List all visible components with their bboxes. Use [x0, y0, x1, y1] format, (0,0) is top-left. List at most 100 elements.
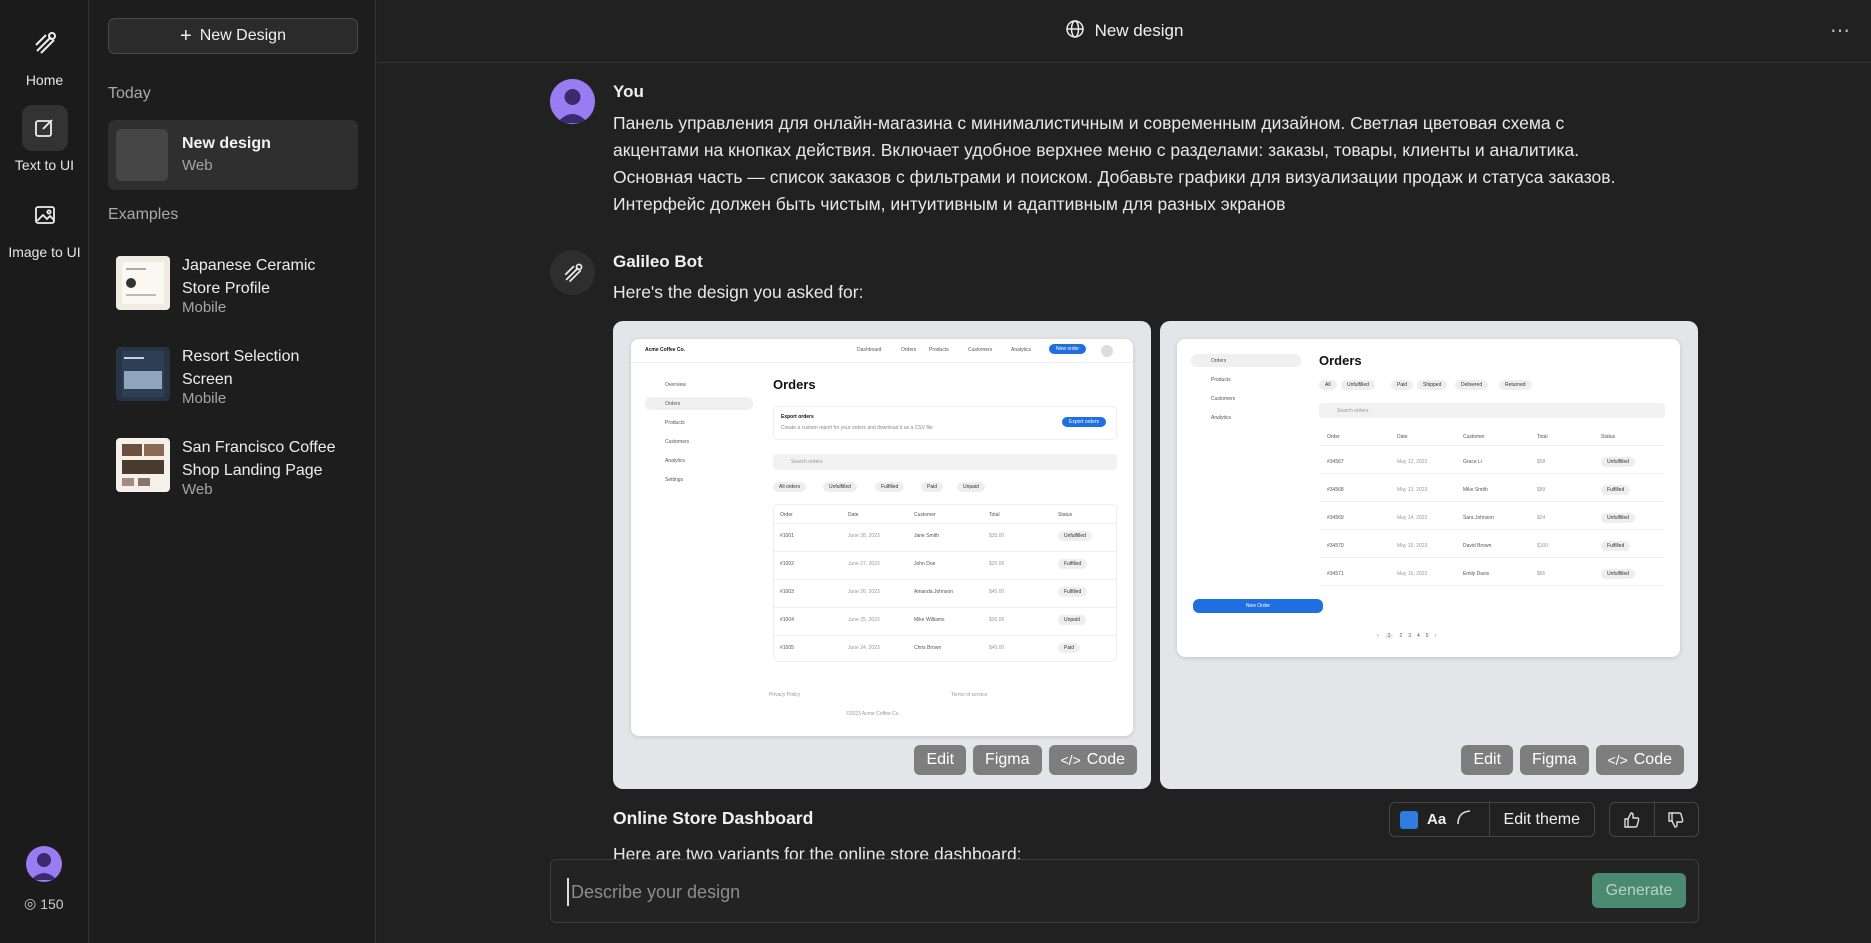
- code-label: Code: [1633, 751, 1672, 768]
- preview-cell: $45.00: [989, 589, 1005, 595]
- theme-controls: Aa Edit theme: [1389, 802, 1595, 837]
- rail-text-to-ui[interactable]: Text to UI: [0, 105, 89, 173]
- user-message-avatar: [550, 79, 595, 124]
- preview-side-item: Settings: [665, 477, 684, 483]
- preview-status: Fulfilled: [1601, 541, 1631, 551]
- preview-status: Paid: [1058, 643, 1081, 653]
- preview-status: Unfulfilled: [1601, 513, 1635, 523]
- more-menu-icon[interactable]: ⋯: [1830, 18, 1851, 43]
- page-title: New design: [1094, 21, 1184, 40]
- preview-cell: $65: [1537, 571, 1546, 577]
- preview-pagination: ‹ 1 2 3 4 5 ›: [1377, 633, 1436, 639]
- variant-2-preview: Orders Products Customers Analytics New …: [1177, 339, 1680, 657]
- preview-export-button: Export orders: [1062, 417, 1107, 427]
- history-item[interactable]: New design Web: [108, 120, 358, 190]
- preview-cell: $30.00: [989, 617, 1005, 623]
- preview-cell: #34567: [1327, 459, 1344, 465]
- accent-swatch[interactable]: [1400, 810, 1418, 829]
- preview-page: 4: [1417, 633, 1420, 639]
- preview-side-item: Customers: [1211, 396, 1236, 402]
- preview-cell: #34571: [1327, 571, 1344, 577]
- prompt-input[interactable]: [567, 878, 1547, 906]
- preview-new-order-button: New Order: [1193, 599, 1323, 613]
- new-design-button[interactable]: + New Design: [108, 18, 358, 54]
- preview-status: Unpaid: [1058, 615, 1086, 625]
- preview-page: 5: [1425, 633, 1429, 639]
- preview-cell: David Brown: [1463, 543, 1492, 549]
- preview-cell: $24: [1537, 515, 1546, 521]
- preview-cell: $100: [1537, 543, 1549, 549]
- preview-col: Total: [989, 512, 1000, 518]
- rail-image-to-ui-label: Image to UI: [8, 244, 81, 260]
- font-button[interactable]: Aa: [1427, 811, 1446, 828]
- edit-button[interactable]: Edit: [914, 745, 967, 775]
- preview-col: Status: [1058, 512, 1073, 518]
- preview-orders-table: Order Date Customer Total Status #1001 J…: [773, 504, 1117, 662]
- preview-cell: Grace Li: [1463, 459, 1482, 465]
- preview-side-item: Products: [665, 420, 685, 426]
- rail-image-to-ui[interactable]: Image to UI: [0, 192, 89, 260]
- top-bar: New design ⋯: [377, 0, 1871, 63]
- figma-button[interactable]: Figma: [1520, 745, 1589, 775]
- code-button[interactable]: </> Code: [1595, 745, 1684, 775]
- code-button[interactable]: </> Code: [1048, 745, 1137, 775]
- thumbs-down-icon[interactable]: [1655, 803, 1699, 836]
- preview-cell: #1004: [780, 617, 794, 623]
- preview-footer-terms: Terms of service: [951, 692, 988, 698]
- feedback-buttons: [1609, 802, 1699, 837]
- preview-cell: $35.00: [989, 533, 1005, 539]
- preview-side-item: Orders: [665, 401, 681, 407]
- design-variant-2[interactable]: Orders Products Customers Analytics New …: [1160, 321, 1698, 789]
- galileo-logo-icon: [22, 20, 68, 66]
- figma-button[interactable]: Figma: [973, 745, 1042, 775]
- preview-cell: Mike Smith: [1463, 487, 1488, 493]
- preview-cell: May 16, 2023: [1397, 571, 1428, 577]
- thumbs-up-icon[interactable]: [1610, 803, 1655, 836]
- preview-cell: #34568: [1327, 487, 1344, 493]
- corner-radius-icon[interactable]: [1456, 809, 1472, 830]
- example-thumbnail: [116, 347, 170, 401]
- example-thumbnail: [116, 256, 170, 310]
- generate-button[interactable]: Generate: [1592, 873, 1686, 908]
- rail-home-label: Home: [25, 72, 64, 88]
- preview-status: Unfulfilled: [1058, 531, 1092, 541]
- user-message: Панель управления для онлайн-магазина с …: [613, 113, 1616, 214]
- example-item[interactable]: San Francisco Coffee Shop Landing Page W…: [108, 436, 358, 516]
- preview-export-title: Export orders: [781, 414, 814, 420]
- example-item[interactable]: Resort Selection Screen Mobile: [108, 345, 358, 425]
- preview-cell: #1003: [780, 589, 794, 595]
- code-icon: </>: [1607, 752, 1628, 768]
- new-design-label: New Design: [199, 27, 286, 44]
- preview-cell: June 24, 2023: [848, 645, 880, 651]
- example-item[interactable]: Japanese Ceramic Store Profile Mobile: [108, 254, 358, 334]
- plus-icon: +: [180, 25, 192, 47]
- preview-page: 2: [1399, 633, 1403, 639]
- preview-search-placeholder: Search orders: [1337, 408, 1369, 414]
- design-variant-1[interactable]: Acme Coffee Co. Dashboard Orders Product…: [613, 321, 1151, 789]
- preview-cell: Mike Williams: [914, 617, 945, 623]
- preview-nav-item: Customers: [968, 347, 993, 353]
- preview-copyright: ©2023 Acme Coffee Co.: [846, 711, 900, 717]
- edit-button[interactable]: Edit: [1461, 745, 1514, 775]
- history-type: Web: [182, 157, 213, 174]
- edit-theme-button[interactable]: Edit theme: [1488, 803, 1594, 836]
- preview-cell: $58: [1537, 459, 1546, 465]
- result-title: Online Store Dashboard: [613, 808, 814, 828]
- preview-cell: #34569: [1327, 515, 1344, 521]
- preview-page: ‹: [1377, 633, 1379, 639]
- preview-tab: Paid: [1391, 380, 1414, 390]
- user-avatar[interactable]: [26, 846, 62, 882]
- image-icon: [22, 192, 68, 238]
- preview-side-item: Analytics: [665, 458, 686, 464]
- preview-nav-item: Products: [929, 347, 949, 353]
- example-type: Mobile: [182, 390, 227, 407]
- preview-brand: Acme Coffee Co.: [645, 347, 686, 353]
- example-title: Japanese Ceramic Store Profile: [182, 257, 316, 297]
- preview-side-item: Orders: [1211, 358, 1227, 364]
- preview-cell: $25.00: [989, 561, 1005, 567]
- preview-cell: $40.00: [989, 645, 1005, 651]
- preview-side-active: [1191, 354, 1301, 367]
- variant-1-preview: Acme Coffee Co. Dashboard Orders Product…: [631, 339, 1133, 736]
- rail-home[interactable]: Home: [0, 20, 89, 88]
- preview-side-active: [645, 397, 753, 410]
